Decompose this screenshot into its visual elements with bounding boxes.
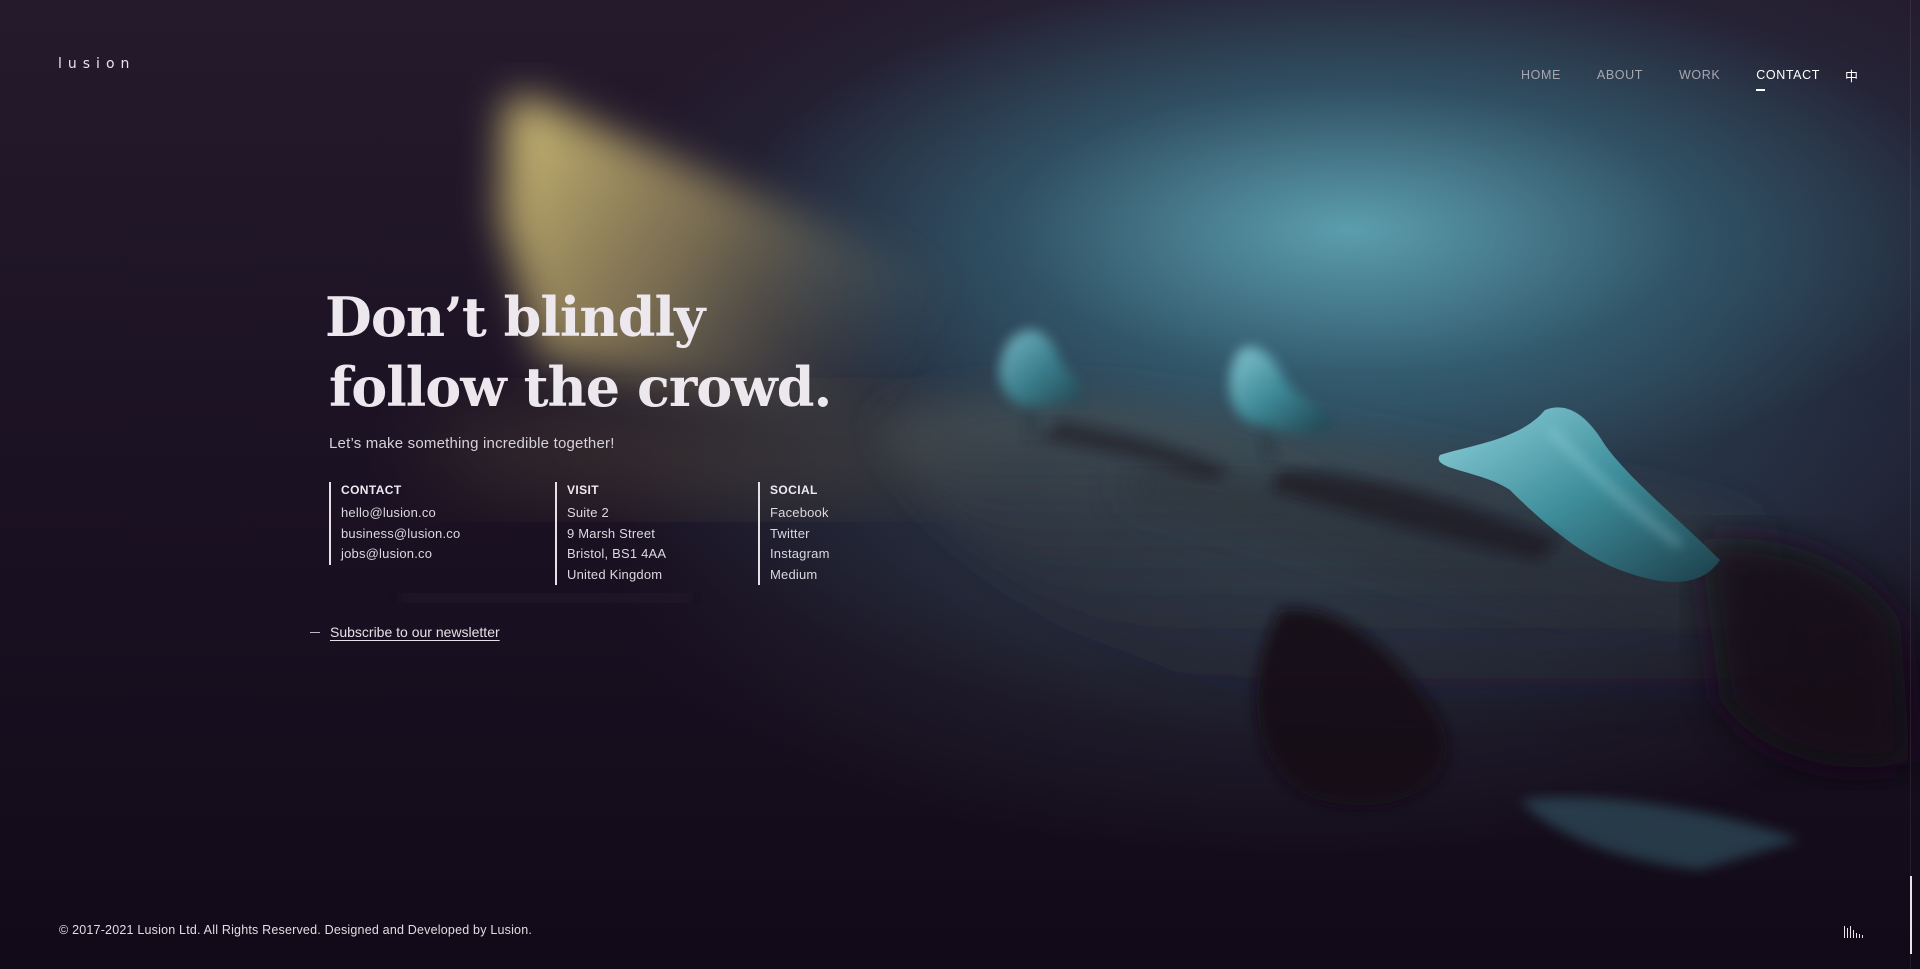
social-link-facebook[interactable]: Facebook <box>770 503 830 524</box>
social-link-medium[interactable]: Medium <box>770 565 830 586</box>
address-line: Bristol, BS1 4AA <box>567 546 667 561</box>
headline-line-2: follow the crowd. <box>329 355 832 419</box>
footer-copyright: © 2017-2021 Lusion Ltd. All Rights Reser… <box>59 923 533 937</box>
equalizer-bar <box>1850 926 1851 938</box>
main-nav: HOME ABOUT WORK CONTACT <box>1521 68 1856 91</box>
site-logo[interactable]: lusion <box>58 56 135 72</box>
equalizer-bar <box>1853 930 1854 938</box>
equalizer-bar <box>1859 934 1860 938</box>
sound-equalizer-icon[interactable] <box>1844 926 1865 938</box>
visit-heading: VISIT <box>567 483 600 497</box>
nav-item-about[interactable]: ABOUT <box>1597 68 1643 82</box>
contact-column: CONTACT hello@lusion.co business@lusion.… <box>329 482 460 565</box>
social-list: Facebook Twitter Instagram Medium <box>770 503 830 585</box>
newsletter-link[interactable]: Subscribe to our newsletter <box>330 624 500 640</box>
email-link-jobs[interactable]: jobs@lusion.co <box>341 544 460 565</box>
email-link-hello[interactable]: hello@lusion.co <box>341 503 460 524</box>
contact-page: lusion HOME ABOUT WORK CONTACT 中 Don’t b… <box>0 0 1920 969</box>
equalizer-bar <box>1844 926 1845 938</box>
headline-line-1: Don’t blindly <box>325 285 705 349</box>
nav-item-work[interactable]: WORK <box>1679 68 1720 82</box>
equalizer-bar <box>1847 928 1848 938</box>
social-link-instagram[interactable]: Instagram <box>770 544 830 565</box>
dash-icon <box>310 631 320 633</box>
email-link-business[interactable]: business@lusion.co <box>341 524 460 545</box>
address-list: Suite 2 9 Marsh Street Bristol, BS1 4AA … <box>567 503 666 585</box>
nav-item-contact[interactable]: CONTACT <box>1756 68 1820 91</box>
address-line: 9 Marsh Street <box>567 525 656 541</box>
contact-heading: CONTACT <box>341 483 402 497</box>
page-headline: Don’t blindly follow the crowd. <box>325 282 832 422</box>
address-line: Suite 2 <box>567 505 609 520</box>
equalizer-bar <box>1856 933 1857 938</box>
social-link-twitter[interactable]: Twitter <box>770 524 830 545</box>
scrollbar-thumb[interactable] <box>1910 876 1912 954</box>
equalizer-bar <box>1862 935 1863 938</box>
scene-illustration <box>400 95 1910 870</box>
address-line: United Kingdom <box>567 566 663 582</box>
tagline: Let’s make something incredible together… <box>329 435 615 452</box>
language-toggle[interactable]: 中 <box>1845 66 1858 85</box>
social-column: SOCIAL Facebook Twitter Instagram Medium <box>758 482 830 585</box>
scrollbar-track[interactable] <box>1910 0 1911 969</box>
background-scene <box>0 0 1920 969</box>
visit-column: VISIT Suite 2 9 Marsh Street Bristol, BS… <box>555 482 666 585</box>
social-heading: SOCIAL <box>770 483 818 497</box>
newsletter-row: Subscribe to our newsletter <box>310 624 500 640</box>
nav-item-home[interactable]: HOME <box>1521 68 1561 82</box>
contact-list: hello@lusion.co business@lusion.co jobs@… <box>341 503 460 565</box>
